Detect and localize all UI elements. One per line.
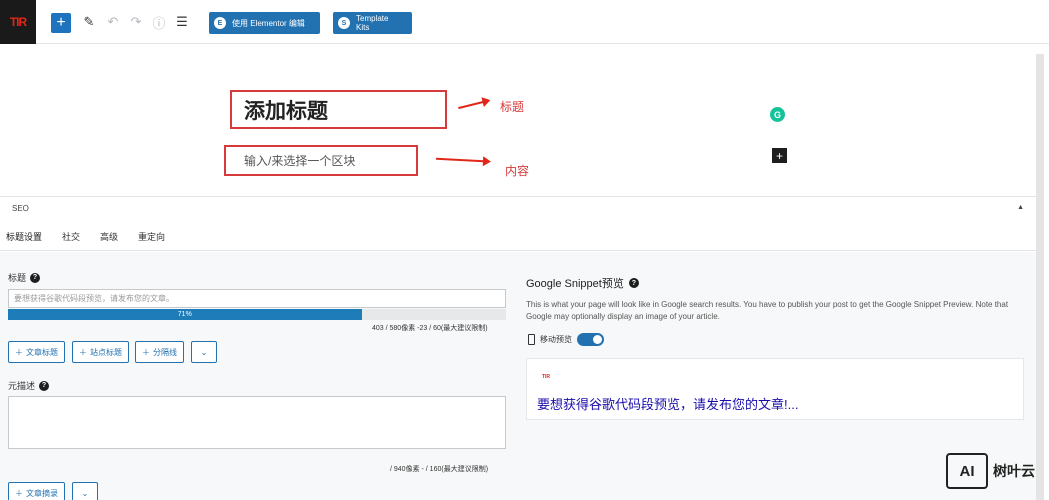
mobile-preview-row: 移动预览	[528, 333, 604, 346]
insert-excerpt-label: 文章摘录	[26, 488, 58, 498]
meta-description-label-text: 元描述	[8, 381, 36, 391]
insert-post-title-button[interactable]: ＋文章标题	[8, 341, 65, 363]
site-logo[interactable]: TIR	[0, 0, 36, 44]
insert-separator-label: 分隔线	[153, 347, 177, 357]
content-annotation: 内容	[505, 164, 530, 178]
meta-description-label: 元描述 ?	[8, 379, 50, 392]
list-view-icon[interactable]: ☰	[173, 13, 191, 31]
title-progress-fill: 71%	[8, 309, 362, 320]
template-kits-label: Template Kits	[356, 14, 389, 32]
title-annotation: 标题	[500, 100, 525, 114]
watermark-badge: AI	[946, 453, 988, 489]
plus-icon: ＋	[142, 347, 150, 357]
more-description-variables-button[interactable]: ⌄	[72, 482, 98, 500]
mobile-preview-toggle[interactable]	[577, 333, 604, 346]
snippet-preview-link[interactable]: 要想获得谷歌代码段预览，请发布您的文章!...	[537, 394, 798, 413]
elementor-icon: E	[214, 17, 226, 29]
plus-icon: ＋	[15, 488, 23, 498]
pencil-icon[interactable]: ✎	[80, 13, 98, 31]
meta-description-textarea[interactable]	[8, 396, 506, 449]
mobile-preview-label: 移动预览	[540, 335, 572, 344]
snippet-preview-title-text: Google Snippet预览	[526, 278, 624, 290]
title-length-counter: 403 / 580像素 -23 / 60(最大建议限制)	[372, 325, 488, 332]
template-kits-button[interactable]: S Template Kits	[333, 12, 412, 34]
grammarly-icon[interactable]: G	[770, 107, 785, 122]
tab-redirect[interactable]: 重定向	[138, 230, 165, 243]
seo-tabs: 标题设置 社交 高级 重定向	[0, 223, 1036, 251]
seo-title-label: 标题 ?	[8, 271, 41, 284]
insert-separator-button[interactable]: ＋分隔线	[135, 341, 184, 363]
insert-site-title-button[interactable]: ＋站点标题	[72, 341, 129, 363]
help-icon[interactable]: ?	[39, 380, 50, 391]
elementor-edit-button[interactable]: E 使用 Elementor 编辑	[209, 12, 320, 34]
tab-title-settings[interactable]: 标题设置	[6, 230, 42, 243]
collapse-caret-icon[interactable]: ▲	[1017, 204, 1024, 211]
editor-scrollbar[interactable]	[1036, 54, 1044, 500]
title-progress-bar: 71%	[8, 309, 506, 320]
content-annotation-arrow	[435, 157, 485, 163]
google-snippet-card: TIR 要想获得谷歌代码段预览，请发布您的文章!...	[526, 358, 1024, 420]
snippet-preview-description: This is what your page will look like in…	[526, 300, 1009, 321]
help-icon[interactable]: ?	[628, 278, 639, 288]
chevron-down-icon: ⌄	[81, 488, 89, 498]
title-annotation-arrow	[458, 100, 484, 110]
plus-icon: ＋	[79, 347, 87, 357]
template-kits-icon: S	[338, 17, 350, 29]
insert-post-title-label: 文章标题	[26, 347, 58, 357]
insert-excerpt-button[interactable]: ＋文章摘录	[8, 482, 65, 500]
add-block-button[interactable]: +	[51, 13, 71, 33]
block-placeholder-input[interactable]: 输入/来选择一个区块	[224, 145, 418, 176]
more-variables-button[interactable]: ⌄	[191, 341, 217, 363]
elementor-edit-label: 使用 Elementor 编辑	[232, 18, 305, 28]
help-icon[interactable]: ?	[30, 272, 41, 283]
post-title-input[interactable]: 添加标题	[230, 90, 447, 129]
inline-add-block-icon[interactable]: +	[772, 148, 787, 163]
undo-icon[interactable]: ↶	[104, 13, 122, 31]
redo-icon[interactable]: ↷	[127, 13, 145, 31]
phone-icon	[528, 334, 535, 345]
seo-panel-title: SEO	[12, 204, 29, 213]
site-favicon: TIR	[541, 374, 551, 380]
tab-social[interactable]: 社交	[62, 230, 80, 243]
insert-site-title-label: 站点标题	[90, 347, 122, 357]
chevron-down-icon: ⌄	[200, 347, 208, 357]
seo-panel-header[interactable]: SEO ▲	[0, 196, 1036, 220]
info-icon[interactable]: ⓘ	[150, 13, 168, 31]
seo-title-input[interactable]: 要想获得谷歌代码段预览，请发布您的文章。	[8, 289, 506, 308]
seo-title-label-text: 标题	[8, 273, 27, 283]
plus-icon: ＋	[15, 347, 23, 357]
watermark-text: 树叶云	[993, 463, 1035, 479]
editor-toolbar: TIR + ✎ ↶ ↷ ⓘ ☰ E 使用 Elementor 编辑 S Temp…	[0, 0, 1049, 44]
snippet-preview-title: Google Snippet预览 ?	[526, 275, 639, 291]
description-length-counter: / 940像素 - / 160(最大建议限制)	[390, 466, 489, 473]
tab-advanced[interactable]: 高级	[100, 230, 118, 243]
watermark: AI 树叶云	[946, 453, 1035, 489]
